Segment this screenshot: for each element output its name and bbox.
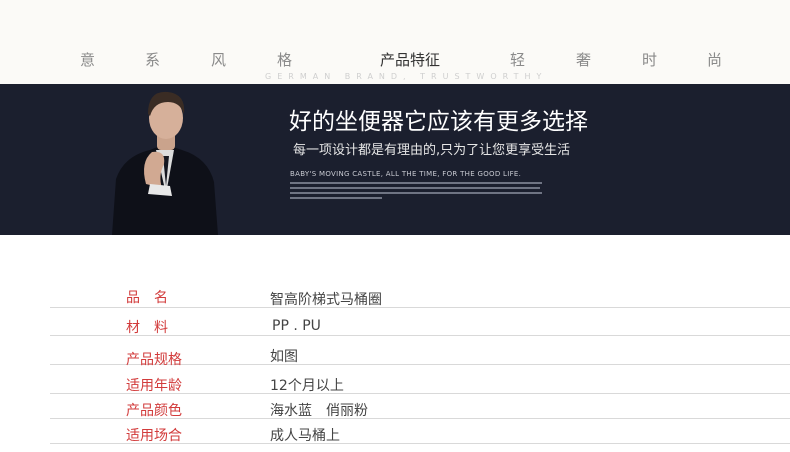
nav-item-8[interactable]: 时 (642, 49, 658, 70)
spec-label: 材 料 (126, 320, 168, 336)
banner-subline: 每一项设计都是有理由的,只为了让您更享受生活 (293, 143, 571, 158)
spec-label: 品 名 (126, 290, 168, 306)
nav-item-2[interactable]: 系 (145, 49, 161, 70)
nav-item-1[interactable]: 意 (80, 49, 96, 70)
top-header: 意 系 风 格 产品特征 轻 奢 时 尚 GERMAN BRAND, TRUST… (0, 0, 790, 84)
nav-item-active[interactable]: 产品特征 (380, 49, 440, 70)
banner-headline: 好的坐便器它应该有更多选择 (289, 109, 588, 135)
banner-english-line: BABY'S MOVING CASTLE, ALL THE TIME, FOR … (290, 170, 522, 178)
spec-value: 成人马桶上 (270, 428, 340, 444)
banner-fine-print (290, 182, 542, 199)
spec-row-color: 产品颜色 海水蓝 俏丽粉 (50, 394, 790, 419)
nav-item-6[interactable]: 轻 (510, 49, 526, 70)
spec-value: 海水蓝 俏丽粉 (270, 403, 368, 419)
spec-row-material: 材 料 PP . PU (50, 307, 790, 336)
spec-value: 智高阶梯式马桶圈 (270, 292, 382, 308)
spec-row-size: 产品规格 如图 (50, 336, 790, 368)
spec-value: 12个月以上 (270, 378, 344, 394)
nav-item-3[interactable]: 风 (211, 49, 227, 70)
spec-row-age: 适用年龄 12个月以上 (50, 365, 790, 394)
header-subtitle: GERMAN BRAND, TRUSTWORTHY (265, 72, 548, 81)
spec-value: 如图 (270, 349, 298, 365)
spec-label: 产品颜色 (126, 403, 182, 419)
nav-item-4[interactable]: 格 (277, 49, 293, 70)
nav-item-7[interactable]: 奢 (576, 49, 592, 70)
spec-value: PP . PU (272, 318, 321, 334)
spec-row-name: 品 名 智高阶梯式马桶圈 (50, 279, 790, 308)
spec-label: 适用场合 (126, 428, 182, 444)
man-portrait-image (112, 91, 218, 235)
spec-row-occasion: 适用场合 成人马桶上 (50, 419, 790, 444)
nav-item-9[interactable]: 尚 (707, 49, 723, 70)
promo-banner: 好的坐便器它应该有更多选择 每一项设计都是有理由的,只为了让您更享受生活 BAB… (0, 84, 790, 235)
spec-label: 适用年龄 (126, 378, 182, 394)
